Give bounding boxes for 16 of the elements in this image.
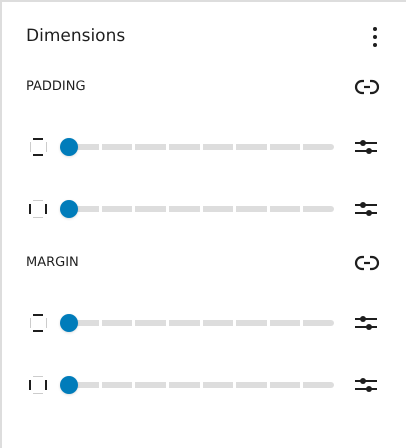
more-options-icon[interactable] — [372, 26, 378, 48]
slider-track[interactable] — [60, 376, 334, 394]
section-label: PADDING — [26, 78, 86, 96]
left-right-sides-icon — [26, 197, 50, 221]
panel-title: Dimensions — [26, 25, 126, 48]
slider-thumb[interactable] — [60, 314, 78, 332]
left-right-sides-icon — [26, 373, 50, 397]
slider-thumb[interactable] — [60, 376, 78, 394]
slider-track[interactable] — [60, 138, 334, 156]
slider-thumb[interactable] — [60, 200, 78, 218]
link-icon[interactable] — [354, 79, 380, 95]
slider-track[interactable] — [60, 200, 334, 218]
section-label: MARGIN — [26, 254, 79, 272]
link-icon[interactable] — [354, 255, 380, 271]
slider-track[interactable] — [60, 314, 334, 332]
slider-thumb[interactable] — [60, 138, 78, 156]
